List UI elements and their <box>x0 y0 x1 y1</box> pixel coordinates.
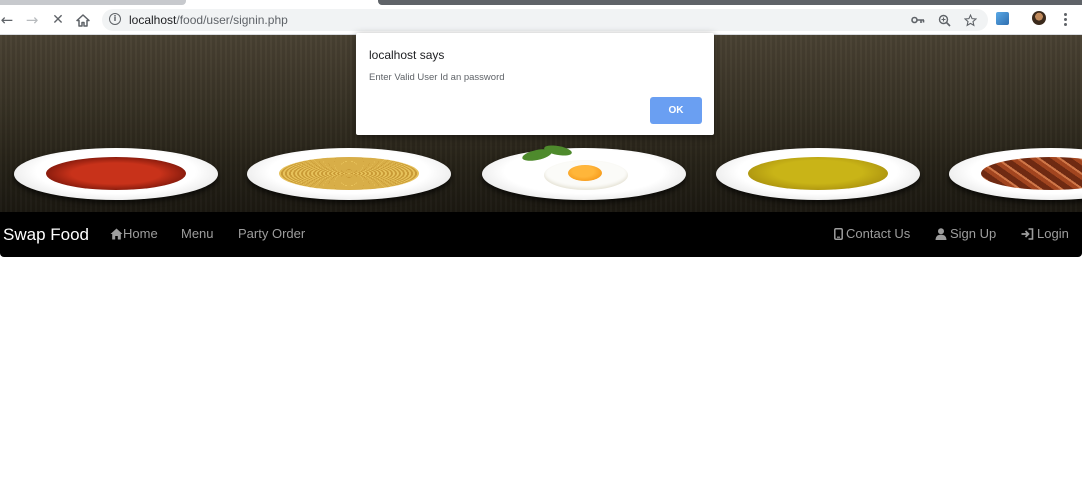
alert-dialog: localhost says Enter Valid User Id an pa… <box>356 33 714 135</box>
plate-yellow-soup <box>716 148 920 200</box>
nav-login-label: Login <box>1037 226 1069 241</box>
nav-home[interactable]: Home <box>110 226 158 241</box>
login-icon <box>1021 227 1034 240</box>
plate-meat <box>949 148 1082 200</box>
profile-avatar[interactable] <box>1032 11 1046 25</box>
nav-home-label: Home <box>123 226 158 241</box>
alert-title: localhost says <box>369 48 445 62</box>
plate-tomato-soup <box>14 148 218 200</box>
browser-menu-icon[interactable] <box>1057 10 1073 28</box>
brand-logo[interactable]: Swap Food <box>3 225 89 245</box>
home-icon <box>110 228 123 240</box>
plate-spaghetti <box>247 148 451 200</box>
nav-sign-up-label: Sign Up <box>950 226 997 241</box>
url-text[interactable]: localhost/food/user/signin.php <box>129 13 288 27</box>
extension-icon[interactable] <box>994 10 1010 26</box>
tab-inactive[interactable] <box>0 0 186 5</box>
bookmark-star-icon[interactable] <box>962 12 978 28</box>
egg-yolk <box>568 165 602 181</box>
phone-icon <box>834 227 843 240</box>
plate-fried-egg <box>482 143 686 200</box>
stop-loading-icon[interactable]: ✕ <box>47 9 69 31</box>
url-host: localhost <box>129 13 177 27</box>
nav-sign-up[interactable]: Sign Up <box>935 226 996 241</box>
site-navbar: Swap Food Home Menu Party Order Contact … <box>0 212 1082 257</box>
back-arrow-icon[interactable]: ← <box>0 9 18 31</box>
nav-contact-us[interactable]: Contact Us <box>834 226 910 241</box>
browser-toolbar: ← → ✕ i localhost/food/user/signin.php <box>0 7 1082 35</box>
alert-message: Enter Valid User Id an password <box>369 72 505 83</box>
site-info-icon[interactable]: i <box>109 13 121 25</box>
nav-party-order[interactable]: Party Order <box>238 226 305 241</box>
key-icon[interactable] <box>910 12 926 28</box>
url-path: /food/user/signin.php <box>176 13 288 27</box>
zoom-icon[interactable] <box>936 12 952 28</box>
user-icon <box>935 227 947 240</box>
ok-button[interactable]: OK <box>650 97 702 124</box>
home-icon[interactable] <box>72 9 94 31</box>
tab-active[interactable] <box>378 0 1082 5</box>
nav-login[interactable]: Login <box>1021 226 1069 241</box>
address-bar[interactable]: i localhost/food/user/signin.php <box>102 9 988 31</box>
forward-arrow-icon[interactable]: → <box>21 9 43 31</box>
nav-menu[interactable]: Menu <box>181 226 214 241</box>
tab-strip <box>0 0 1082 7</box>
nav-contact-us-label: Contact Us <box>846 226 911 241</box>
